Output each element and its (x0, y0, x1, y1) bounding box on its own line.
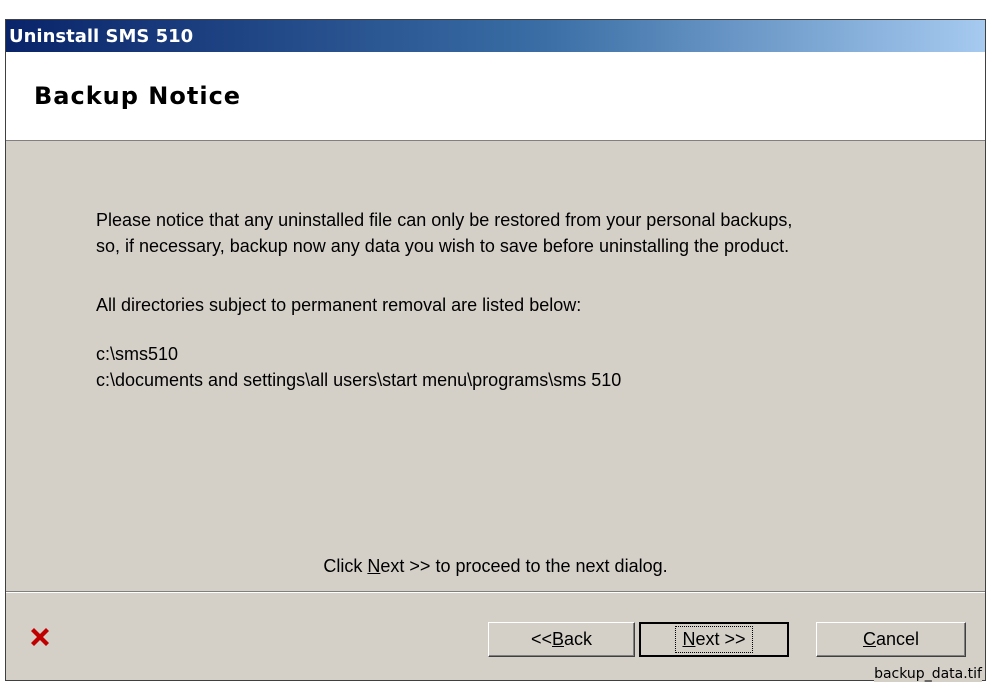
next-button[interactable]: Next >> (639, 622, 789, 657)
back-mnemonic: B (552, 629, 565, 649)
back-prefix: << (530, 629, 552, 649)
proceed-instruction: Click Next >> to proceed to the next dia… (6, 556, 985, 577)
directory-list: c:\sms510 c:\documents and settings\all … (96, 341, 621, 393)
directory-item: c:\documents and settings\all users\star… (96, 370, 622, 390)
directories-intro: All directories subject to permanent rem… (96, 295, 582, 315)
image-filename-caption: backup_data.tif (874, 666, 982, 682)
dialog-header: Backup Notice (6, 52, 985, 141)
uninstall-dialog: Uninstall SMS 510 Backup Notice Please n… (5, 19, 986, 682)
directory-item: c:\sms510 (96, 344, 179, 364)
back-button[interactable]: << Back (488, 622, 635, 657)
proceed-suffix: to proceed to the next dialog. (430, 556, 668, 576)
next-focus-rect: Next >> (675, 626, 753, 653)
window-title: Uninstall SMS 510 (9, 25, 194, 47)
dialog-content: Please notice that any uninstalled file … (6, 141, 985, 591)
notice-line-1: Please notice that any uninstalled file … (96, 210, 793, 230)
cancel-button[interactable]: Cancel (816, 622, 966, 657)
close-icon (31, 628, 49, 646)
back-rest: ack (564, 629, 593, 649)
proceed-prefix: Click (323, 556, 368, 576)
cancel-mnemonic: C (862, 629, 876, 649)
proceed-next-rest: ext >> (380, 556, 431, 576)
backup-notice-text: Please notice that any uninstalled file … (96, 207, 792, 259)
dialog-footer: << Back Next >> Cancel backup_data.tif (6, 593, 985, 682)
page-title: Backup Notice (34, 82, 242, 110)
title-bar[interactable]: Uninstall SMS 510 (6, 20, 985, 52)
next-mnemonic: N (682, 629, 696, 649)
notice-line-2: so, if necessary, backup now any data yo… (96, 236, 790, 256)
next-rest: ext >> (695, 629, 746, 649)
cancel-rest: ancel (875, 629, 920, 649)
proceed-next-mnemonic: N (367, 556, 381, 576)
